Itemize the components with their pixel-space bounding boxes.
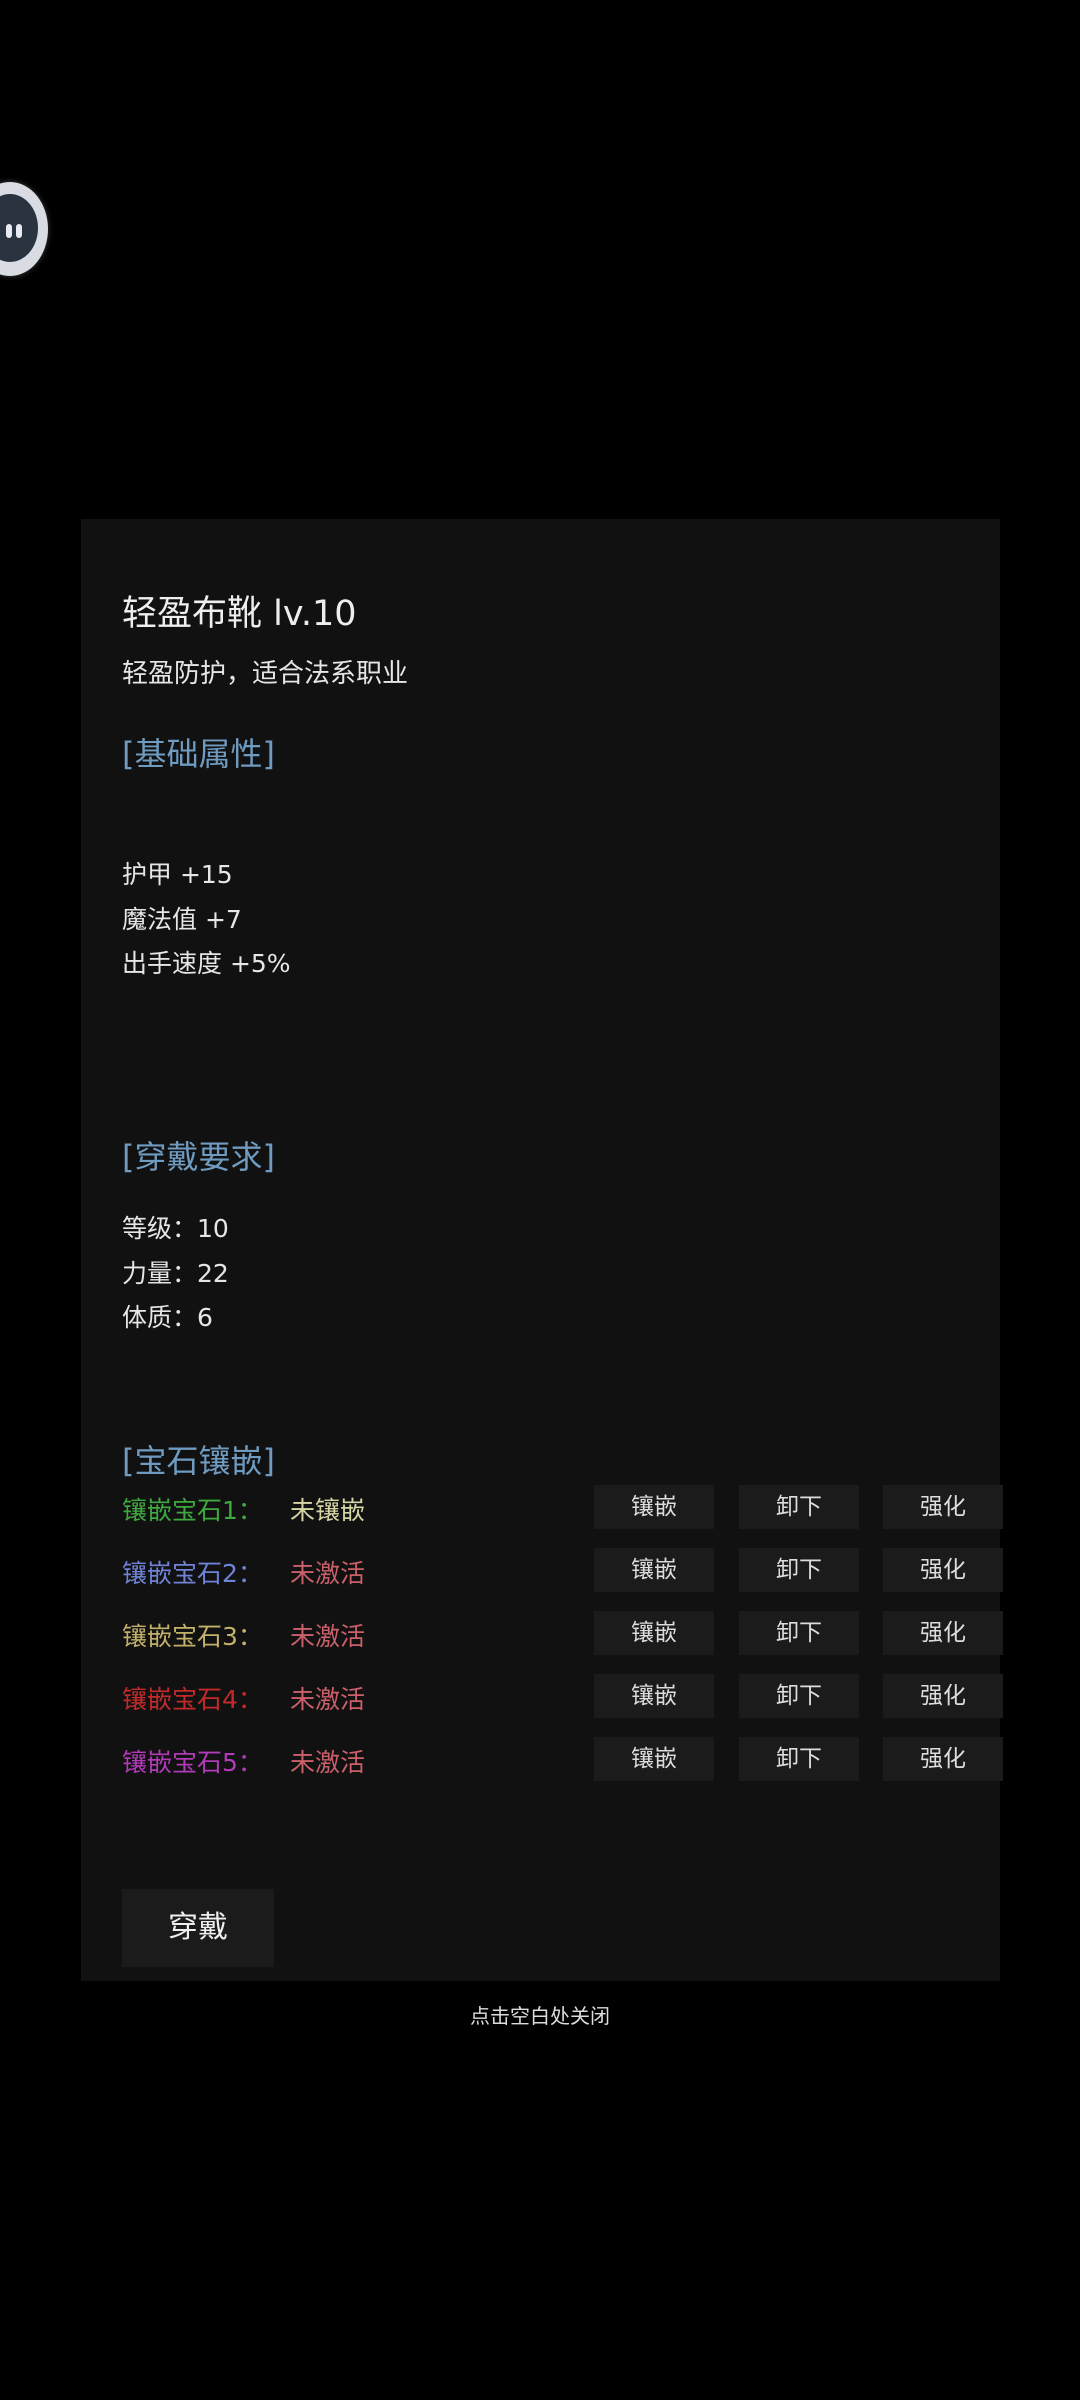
assistant-ball-icon[interactable] xyxy=(0,182,48,276)
gem-slot-label: 镶嵌宝石5： xyxy=(122,1748,263,1777)
enhance-button[interactable]: 强化 xyxy=(883,1737,1003,1781)
gem-slot-status: 未激活 xyxy=(290,1685,366,1714)
gem-slot-row: 镶嵌宝石5： 未激活 镶嵌 卸下 强化 xyxy=(122,1737,1003,1781)
item-title: 轻盈布靴 lv.10 xyxy=(122,594,357,634)
gem-slot-status: 未激活 xyxy=(290,1748,366,1777)
base-attributes-heading: [基础属性] xyxy=(122,735,275,773)
remove-button[interactable]: 卸下 xyxy=(739,1737,859,1781)
remove-button[interactable]: 卸下 xyxy=(739,1485,859,1529)
gem-slot-status: 未镶嵌 xyxy=(290,1496,366,1525)
close-hint: 点击空白处关闭 xyxy=(470,2004,610,2028)
inlay-button[interactable]: 镶嵌 xyxy=(594,1611,714,1655)
gem-slot-row: 镶嵌宝石4： 未激活 镶嵌 卸下 强化 xyxy=(122,1674,1003,1718)
gem-slot-label: 镶嵌宝石2： xyxy=(122,1559,263,1588)
gem-slot-label: 镶嵌宝石1： xyxy=(122,1496,263,1525)
gem-slot-label: 镶嵌宝石3： xyxy=(122,1622,263,1651)
inlay-button[interactable]: 镶嵌 xyxy=(594,1674,714,1718)
item-detail-panel: 轻盈布靴 lv.10 轻盈防护，适合法系职业 [基础属性] 护甲 +15 魔法值… xyxy=(81,519,1003,1981)
requirement-line: 等级：10 xyxy=(122,1214,229,1243)
inlay-button[interactable]: 镶嵌 xyxy=(594,1548,714,1592)
requirement-line: 力量：22 xyxy=(122,1259,229,1288)
enhance-button[interactable]: 强化 xyxy=(883,1485,1003,1529)
remove-button[interactable]: 卸下 xyxy=(739,1548,859,1592)
enhance-button[interactable]: 强化 xyxy=(883,1611,1003,1655)
equip-button[interactable]: 穿戴 xyxy=(122,1889,274,1967)
remove-button[interactable]: 卸下 xyxy=(739,1674,859,1718)
item-description: 轻盈防护，适合法系职业 xyxy=(122,659,409,689)
inlay-button[interactable]: 镶嵌 xyxy=(594,1737,714,1781)
gem-slot-row: 镶嵌宝石1： 未镶嵌 镶嵌 卸下 强化 xyxy=(122,1485,1003,1529)
gem-slot-label: 镶嵌宝石4： xyxy=(122,1685,263,1714)
assistant-ball-face xyxy=(0,194,38,262)
gems-heading: [宝石镶嵌] xyxy=(122,1442,275,1480)
gem-slot-row: 镶嵌宝石3： 未激活 镶嵌 卸下 强化 xyxy=(122,1611,1003,1655)
enhance-button[interactable]: 强化 xyxy=(883,1548,1003,1592)
base-attribute-line: 护甲 +15 xyxy=(122,860,233,889)
gem-slot-row: 镶嵌宝石2： 未激活 镶嵌 卸下 强化 xyxy=(122,1548,1003,1592)
screen[interactable]: 轻盈布靴 lv.10 轻盈防护，适合法系职业 [基础属性] 护甲 +15 魔法值… xyxy=(0,0,1080,2400)
enhance-button[interactable]: 强化 xyxy=(883,1674,1003,1718)
gem-slot-status: 未激活 xyxy=(290,1559,366,1588)
gem-slot-status: 未激活 xyxy=(290,1622,366,1651)
base-attribute-line: 魔法值 +7 xyxy=(122,905,242,934)
assistant-ball-eye-left xyxy=(6,224,12,238)
requirement-line: 体质：6 xyxy=(122,1303,213,1332)
remove-button[interactable]: 卸下 xyxy=(739,1611,859,1655)
base-attribute-line: 出手速度 +5% xyxy=(122,949,291,978)
inlay-button[interactable]: 镶嵌 xyxy=(594,1485,714,1529)
assistant-ball-eye-right xyxy=(16,224,22,238)
requirements-heading: [穿戴要求] xyxy=(122,1138,275,1176)
